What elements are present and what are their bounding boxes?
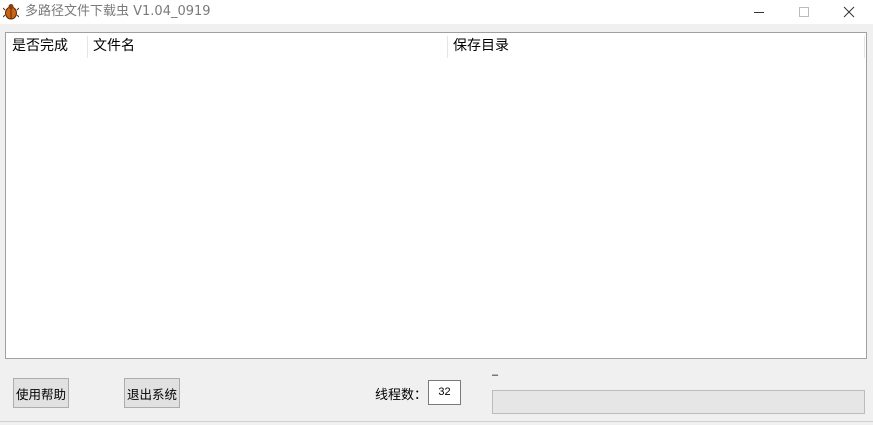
exit-button[interactable]: 退出系统 xyxy=(124,378,180,408)
close-icon xyxy=(843,6,855,18)
help-button[interactable]: 使用帮助 xyxy=(13,378,69,408)
download-list[interactable]: 是否完成 文件名 保存目录 xyxy=(5,32,867,359)
thread-count-input[interactable]: 32 xyxy=(428,380,461,405)
column-header-filename[interactable]: 文件名 xyxy=(87,33,447,59)
window-title: 多路径文件下载虫 V1.04_0919 xyxy=(25,4,211,19)
maximize-button[interactable] xyxy=(781,0,827,24)
bug-icon xyxy=(2,3,20,20)
column-separator[interactable] xyxy=(864,36,865,58)
column-header-completed[interactable]: 是否完成 xyxy=(6,33,87,59)
divider xyxy=(0,421,873,422)
maximize-icon xyxy=(799,7,809,17)
thread-count-label: 线程数： xyxy=(375,388,428,403)
close-button[interactable] xyxy=(826,0,872,24)
status-text: – xyxy=(492,369,499,381)
progress-bar xyxy=(492,390,865,414)
column-header-save-dir[interactable]: 保存目录 xyxy=(447,33,862,59)
minimize-icon xyxy=(754,12,764,13)
title-bar: 多路径文件下载虫 V1.04_0919 xyxy=(0,0,873,24)
minimize-button[interactable] xyxy=(736,0,782,24)
